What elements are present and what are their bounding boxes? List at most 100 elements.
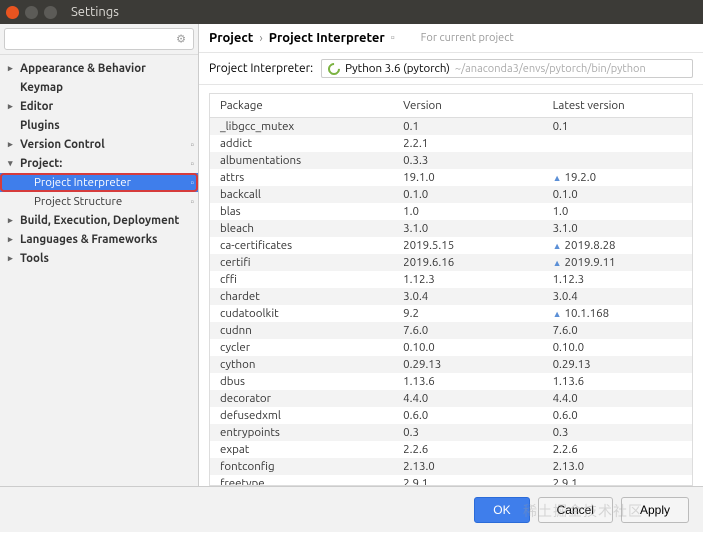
cell-latest: 0.3 <box>543 424 692 441</box>
interpreter-path: ~/anaconda3/envs/pytorch/bin/python <box>455 63 646 75</box>
sidebar-item[interactable]: Plugins <box>0 116 198 135</box>
col-latest[interactable]: Latest version <box>543 94 692 118</box>
settings-tree: ▸Appearance & Behavior Keymap ▸Editor Plugi… <box>0 55 198 486</box>
table-row[interactable]: addict2.2.1 <box>210 135 692 152</box>
cell-package: bleach <box>210 220 393 237</box>
table-row[interactable]: _libgcc_mutex0.10.1 <box>210 118 692 136</box>
ok-button[interactable]: OK <box>474 497 529 523</box>
cell-package: backcall <box>210 186 393 203</box>
minimize-icon[interactable] <box>25 6 38 19</box>
table-row[interactable]: decorator4.4.04.4.0 <box>210 390 692 407</box>
sidebar-item[interactable]: Project Structure▫ <box>0 192 198 211</box>
cell-version: 2019.5.15 <box>393 237 542 254</box>
search-input[interactable] <box>4 28 194 50</box>
cell-version: 4.4.0 <box>393 390 542 407</box>
scope-icon: ▫ <box>190 139 194 151</box>
cell-version: 1.12.3 <box>393 271 542 288</box>
upgrade-icon: ▲ <box>553 173 562 183</box>
table-row[interactable]: attrs19.1.0▲19.2.0 <box>210 169 692 186</box>
maximize-icon[interactable] <box>44 6 57 19</box>
table-row[interactable]: backcall0.1.00.1.0 <box>210 186 692 203</box>
table-row[interactable]: chardet3.0.43.0.4 <box>210 288 692 305</box>
cell-package: defusedxml <box>210 407 393 424</box>
cell-version: 9.2 <box>393 305 542 322</box>
sidebar: Q ⚙ ▸Appearance & BehaviorKeymap▸EditorP… <box>0 24 199 486</box>
upgrade-icon: ▲ <box>553 258 562 268</box>
table-row[interactable]: defusedxml0.6.00.6.0 <box>210 407 692 424</box>
sidebar-item-label: Keymap <box>20 81 63 94</box>
table-row[interactable]: cudnn7.6.07.6.0 <box>210 322 692 339</box>
cell-package: attrs <box>210 169 393 186</box>
sidebar-item[interactable]: ▸Editor <box>0 97 198 116</box>
packages-table: Package Version Latest version _libgcc_m… <box>210 94 692 486</box>
breadcrumb-root: Project <box>209 31 253 45</box>
cell-version: 0.29.13 <box>393 356 542 373</box>
cell-package: entrypoints <box>210 424 393 441</box>
table-row[interactable]: fontconfig2.13.02.13.0 <box>210 458 692 475</box>
table-row[interactable]: ca-certificates2019.5.15▲2019.8.28 <box>210 237 692 254</box>
sidebar-item[interactable]: ▸Version Control▫ <box>0 135 198 154</box>
cell-version: 1.13.6 <box>393 373 542 390</box>
sidebar-item-label: Build, Execution, Deployment <box>20 214 179 227</box>
table-row[interactable]: cudatoolkit9.2▲10.1.168 <box>210 305 692 322</box>
cell-version: 2.2.1 <box>393 135 542 152</box>
cell-latest: 2.13.0 <box>543 458 692 475</box>
cell-version: 0.1 <box>393 118 542 136</box>
interpreter-select[interactable]: Python 3.6 (pytorch) ~/anaconda3/envs/py… <box>321 59 693 78</box>
cell-package: cython <box>210 356 393 373</box>
cell-version: 0.3.3 <box>393 152 542 169</box>
search-options-icon[interactable]: ⚙ <box>176 33 186 46</box>
sidebar-item-label: Version Control <box>20 138 105 151</box>
cell-package: certifi <box>210 254 393 271</box>
cell-package: cycler <box>210 339 393 356</box>
cancel-button[interactable]: Cancel <box>538 497 613 523</box>
cell-version: 3.1.0 <box>393 220 542 237</box>
table-row[interactable]: albumentations0.3.3 <box>210 152 692 169</box>
table-row[interactable]: blas1.01.0 <box>210 203 692 220</box>
apply-button[interactable]: Apply <box>621 497 689 523</box>
sidebar-item[interactable]: Keymap <box>0 78 198 97</box>
table-row[interactable]: entrypoints0.30.3 <box>210 424 692 441</box>
col-version[interactable]: Version <box>393 94 542 118</box>
sidebar-item[interactable]: ▸Tools <box>0 249 198 268</box>
chevron-icon: ▸ <box>8 234 18 245</box>
project-icon: ▫ <box>391 32 395 44</box>
cell-package: cudatoolkit <box>210 305 393 322</box>
cell-latest: 1.0 <box>543 203 692 220</box>
sidebar-item[interactable]: ▸Appearance & Behavior <box>0 59 198 78</box>
cell-version: 2.2.6 <box>393 441 542 458</box>
sidebar-item[interactable]: ▾Project:▫ <box>0 154 198 173</box>
cell-version: 2.13.0 <box>393 458 542 475</box>
cell-latest: 7.6.0 <box>543 322 692 339</box>
sidebar-item-project-interpreter[interactable]: Project Interpreter▫ <box>0 173 198 192</box>
sidebar-item-label: Plugins <box>20 119 60 132</box>
cell-package: expat <box>210 441 393 458</box>
interpreter-label: Project Interpreter: <box>209 62 313 75</box>
table-row[interactable]: cycler0.10.00.10.0 <box>210 339 692 356</box>
packages-table-wrap[interactable]: Package Version Latest version _libgcc_m… <box>209 93 693 486</box>
sidebar-item-label: Languages & Frameworks <box>20 233 157 246</box>
chevron-icon: ▸ <box>8 63 18 74</box>
cell-package: cudnn <box>210 322 393 339</box>
cell-latest: 1.12.3 <box>543 271 692 288</box>
col-package[interactable]: Package <box>210 94 393 118</box>
table-row[interactable]: expat2.2.62.2.6 <box>210 441 692 458</box>
table-row[interactable]: cython0.29.130.29.13 <box>210 356 692 373</box>
table-row[interactable]: cffi1.12.31.12.3 <box>210 271 692 288</box>
cell-latest: ▲2019.8.28 <box>543 237 692 254</box>
cell-latest <box>543 152 692 169</box>
table-row[interactable]: bleach3.1.03.1.0 <box>210 220 692 237</box>
interpreter-name: Python 3.6 (pytorch) <box>345 62 450 75</box>
table-row[interactable]: freetype2.9.12.9.1 <box>210 475 692 486</box>
sidebar-item-label: Project Structure <box>34 195 122 208</box>
table-row[interactable]: certifi2019.6.16▲2019.9.11 <box>210 254 692 271</box>
sidebar-item[interactable]: ▸Build, Execution, Deployment <box>0 211 198 230</box>
cell-version: 0.1.0 <box>393 186 542 203</box>
cell-version: 19.1.0 <box>393 169 542 186</box>
cell-package: ca-certificates <box>210 237 393 254</box>
cell-latest <box>543 135 692 152</box>
close-icon[interactable] <box>6 6 19 19</box>
sidebar-item[interactable]: ▸Languages & Frameworks <box>0 230 198 249</box>
cell-version: 2.9.1 <box>393 475 542 486</box>
table-row[interactable]: dbus1.13.61.13.6 <box>210 373 692 390</box>
